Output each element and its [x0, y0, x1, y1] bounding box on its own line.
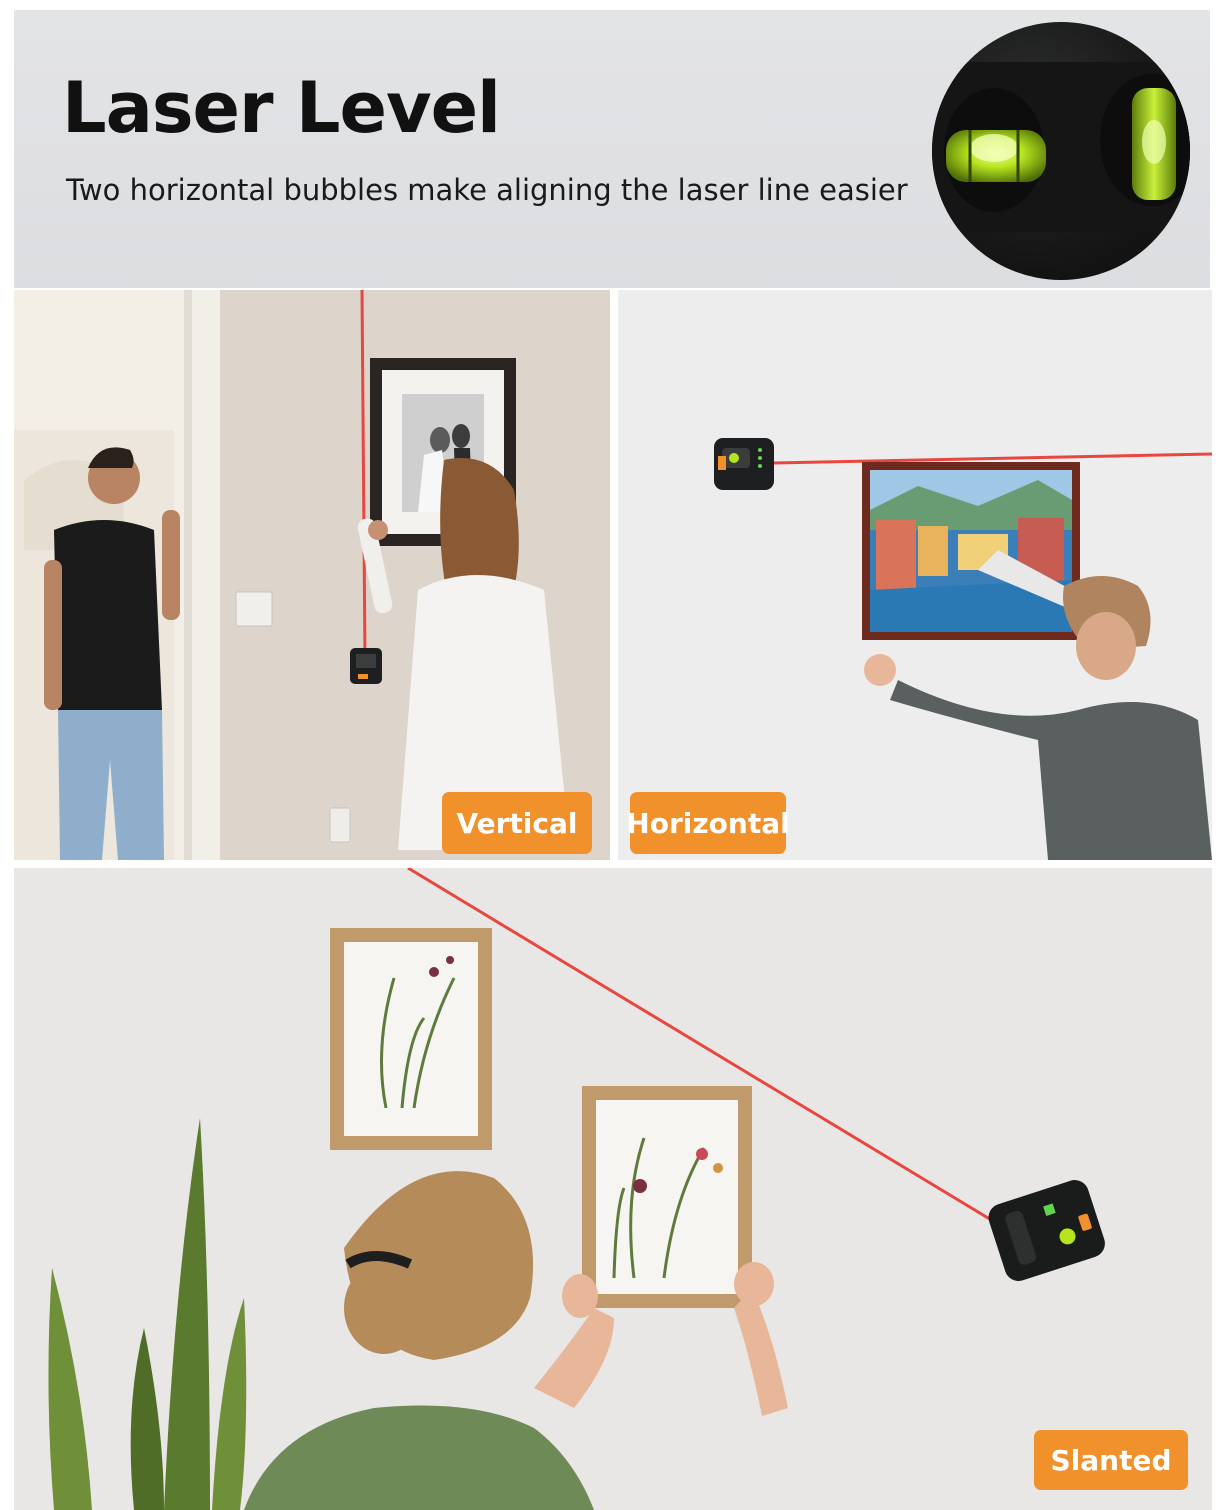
product-infographic: Laser Level Two horizontal bubbles make … [0, 0, 1216, 1510]
slanted-label-tag: Slanted [1034, 1430, 1188, 1490]
vertical-scene-illustration [14, 290, 610, 860]
page-title: Laser Level [62, 67, 501, 149]
page-subtitle: Two horizontal bubbles make aligning the… [66, 173, 908, 207]
horizontal-scene-photo: Horizontal [618, 290, 1212, 860]
vertical-label-tag: Vertical [442, 792, 592, 854]
slanted-scene-illustration [14, 868, 1212, 1510]
level-bubble-icon [932, 62, 1190, 232]
horizontal-label-tag: Horizontal [626, 792, 790, 854]
header-banner: Laser Level Two horizontal bubbles make … [14, 10, 1210, 288]
bubble-level-closeup [932, 22, 1190, 280]
horizontal-scene-illustration [618, 290, 1212, 860]
slanted-scene-photo: Slanted [14, 868, 1212, 1510]
vertical-scene-photo: Vertical [14, 290, 610, 860]
